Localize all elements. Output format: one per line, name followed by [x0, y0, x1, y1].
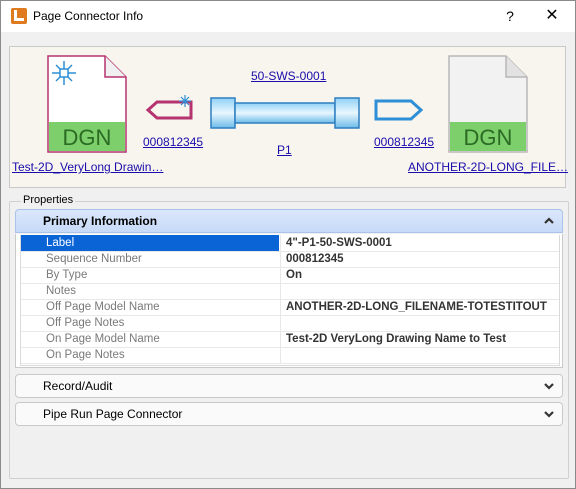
property-name: Off Page Model Name — [46, 301, 160, 313]
right-page-connector-icon[interactable] — [373, 97, 425, 123]
pipe-run-link[interactable]: P1 — [277, 143, 292, 157]
section-record-audit[interactable]: Record/Audit — [15, 374, 563, 398]
property-row-sequence-number[interactable]: Sequence Number 000812345 — [21, 251, 559, 268]
section-primary-information[interactable]: Primary Information — [15, 209, 563, 233]
property-name: On Page Model Name — [46, 333, 160, 345]
app-icon — [11, 8, 27, 24]
property-value[interactable]: Test-2D VeryLong Drawing Name to Test — [280, 331, 558, 347]
property-name: Label — [21, 235, 279, 251]
right-dgn-document-icon[interactable]: DGN — [448, 55, 528, 153]
property-value[interactable]: 4"-P1-50-SWS-0001 — [280, 235, 558, 251]
property-row-off-page-notes[interactable]: Off Page Notes — [21, 315, 559, 332]
chevron-down-icon[interactable] — [543, 408, 555, 420]
property-value[interactable]: ANOTHER-2D-LONG_FILENAME-TOTESTITOUT — [280, 299, 558, 315]
property-value[interactable]: 000812345 — [280, 251, 558, 267]
property-row-notes[interactable]: Notes — [21, 283, 559, 300]
left-sequence-link[interactable]: 000812345 — [143, 135, 203, 149]
section-title: Pipe Run Page Connector — [43, 407, 183, 421]
section-pipe-run-page-connector[interactable]: Pipe Run Page Connector — [15, 402, 563, 426]
property-row-off-page-model-name[interactable]: Off Page Model Name ANOTHER-2D-LONG_FILE… — [21, 299, 559, 316]
property-value[interactable] — [280, 347, 558, 363]
left-page-connector-icon[interactable] — [145, 94, 203, 124]
pipe-name-link[interactable]: 50-SWS-0001 — [251, 69, 326, 83]
property-row-on-page-notes[interactable]: On Page Notes — [21, 347, 559, 364]
property-value[interactable] — [280, 315, 558, 331]
property-name: By Type — [46, 269, 88, 281]
chevron-down-icon[interactable] — [543, 380, 555, 392]
properties-group-label: Properties — [21, 194, 76, 206]
help-button[interactable]: ? — [497, 5, 523, 27]
property-value[interactable]: On — [280, 267, 558, 283]
property-row-on-page-model-name[interactable]: On Page Model Name Test-2D VeryLong Draw… — [21, 331, 559, 348]
connector-diagram-panel: DGN Test-2D_VeryLong Drawin… 000812345 5… — [9, 46, 568, 188]
section-title: Primary Information — [43, 214, 158, 228]
left-dgn-document-icon[interactable]: DGN — [47, 55, 127, 153]
property-name: Off Page Notes — [46, 317, 125, 329]
right-document-link[interactable]: ANOTHER-2D-LONG_FILE… — [408, 160, 568, 174]
right-sequence-link[interactable]: 000812345 — [374, 135, 434, 149]
property-row-label[interactable]: Label 4"-P1-50-SWS-0001 — [21, 235, 559, 252]
left-document-link[interactable]: Test-2D_VeryLong Drawin… — [12, 160, 163, 174]
property-name: Notes — [46, 285, 77, 297]
close-button[interactable]: ✕ — [539, 5, 565, 27]
right-doc-type: DGN — [464, 125, 513, 150]
window-title: Page Connector Info — [33, 9, 144, 23]
title-bar: Page Connector Info ? ✕ — [1, 1, 575, 32]
page-connector-info-window: Page Connector Info ? ✕ DGN Test-2D_Very… — [0, 0, 576, 489]
left-doc-type: DGN — [63, 125, 112, 150]
chevron-up-icon[interactable] — [543, 215, 555, 227]
property-row-by-type[interactable]: By Type On — [21, 267, 559, 284]
property-name: Sequence Number — [46, 253, 142, 265]
pipe-segment-icon[interactable] — [209, 95, 361, 131]
property-name: On Page Notes — [46, 349, 125, 361]
property-grid: Label 4"-P1-50-SWS-0001 Sequence Number … — [20, 235, 560, 366]
section-title: Record/Audit — [43, 379, 113, 393]
property-value[interactable] — [280, 283, 558, 299]
